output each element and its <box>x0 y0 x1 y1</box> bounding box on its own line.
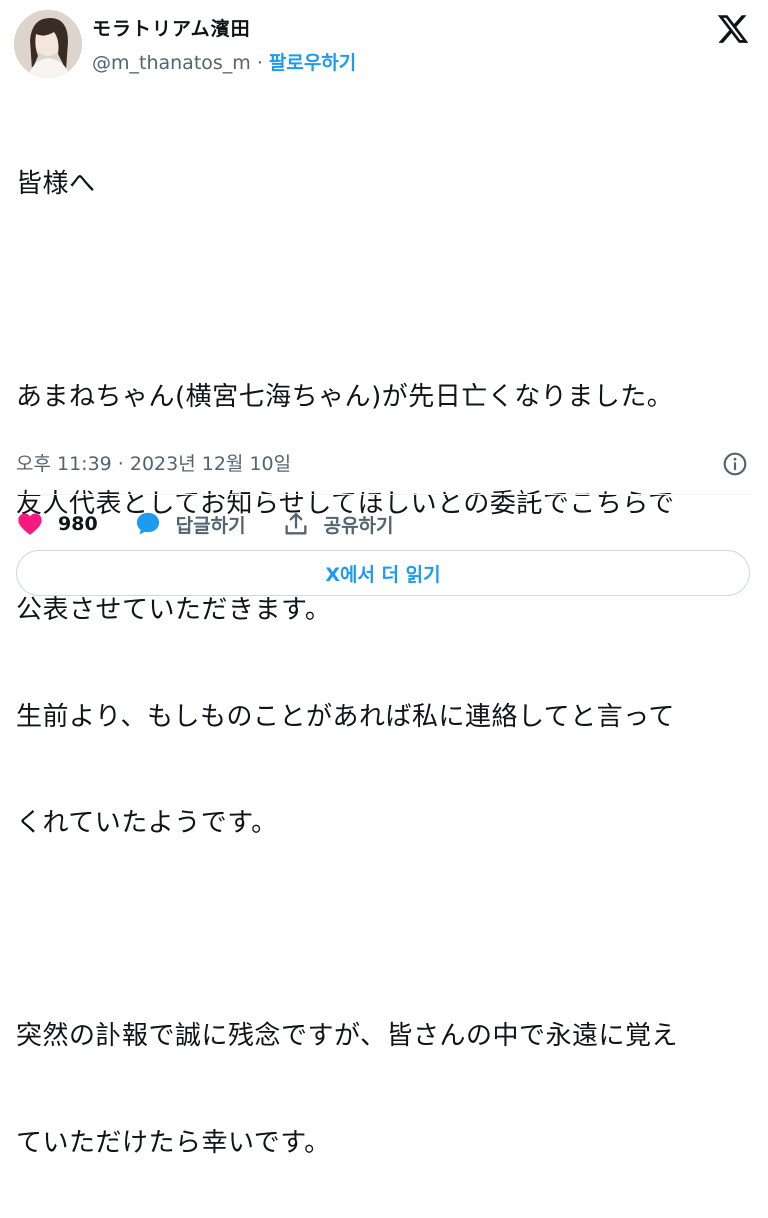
separator-dot: · <box>256 52 263 74</box>
display-name[interactable]: モラトリアム濱田 <box>92 14 251 41</box>
tweet-line: あまねちゃん(横宮七海ちゃん)が先日亡くなりました。 <box>16 382 674 412</box>
reply-button[interactable]: 답글하기 <box>134 510 246 538</box>
x-logo-icon[interactable] <box>716 12 750 46</box>
read-more-button[interactable]: X에서 더 읽기 <box>16 550 750 596</box>
tweet-text: 皆様へ あまねちゃん(横宮七海ちゃん)が先日亡くなりました。 友人代表としてお知… <box>16 96 756 1218</box>
handle-row: @m_thanatos_m · 팔로우하기 <box>92 48 356 75</box>
share-upload-icon <box>285 512 307 535</box>
like-button[interactable]: 980 <box>16 510 98 538</box>
info-icon[interactable] <box>722 451 748 477</box>
tweet-timestamp[interactable]: 오후 11:39 · 2023년 12월 10일 <box>16 449 291 476</box>
action-bar: 980 답글하기 공유하기 <box>16 506 430 542</box>
tweet-line: 生前より、もしものことがあれば私に連絡してと言って <box>16 701 675 732</box>
like-count: 980 <box>58 513 98 535</box>
tweet-line: くれていたようです。 <box>16 808 278 838</box>
tweet-line: ていただけたら幸いです。 <box>16 1127 331 1158</box>
share-label: 공유하기 <box>323 514 394 537</box>
avatar[interactable] <box>14 10 82 78</box>
tweet-embed-card: モラトリアム濱田 @m_thanatos_m · 팔로우하기 皆様へ あまねちゃん(… <box>0 0 768 1158</box>
tweet-line: 公表させていただきます。 <box>16 595 332 625</box>
user-handle[interactable]: @m_thanatos_m <box>92 52 251 74</box>
share-button[interactable]: 공유하기 <box>282 510 394 538</box>
speech-bubble-icon <box>136 512 159 535</box>
tweet-line: 皆様へ <box>16 169 96 199</box>
divider <box>16 494 752 495</box>
tweet-line: 突然の訃報で誠に残念ですが、皆さんの中で永遠に覚え <box>16 1021 678 1051</box>
avatar-image <box>14 10 82 78</box>
follow-button[interactable]: 팔로우하기 <box>269 52 356 74</box>
reply-label: 답글하기 <box>175 514 246 537</box>
heart-icon <box>18 513 42 535</box>
